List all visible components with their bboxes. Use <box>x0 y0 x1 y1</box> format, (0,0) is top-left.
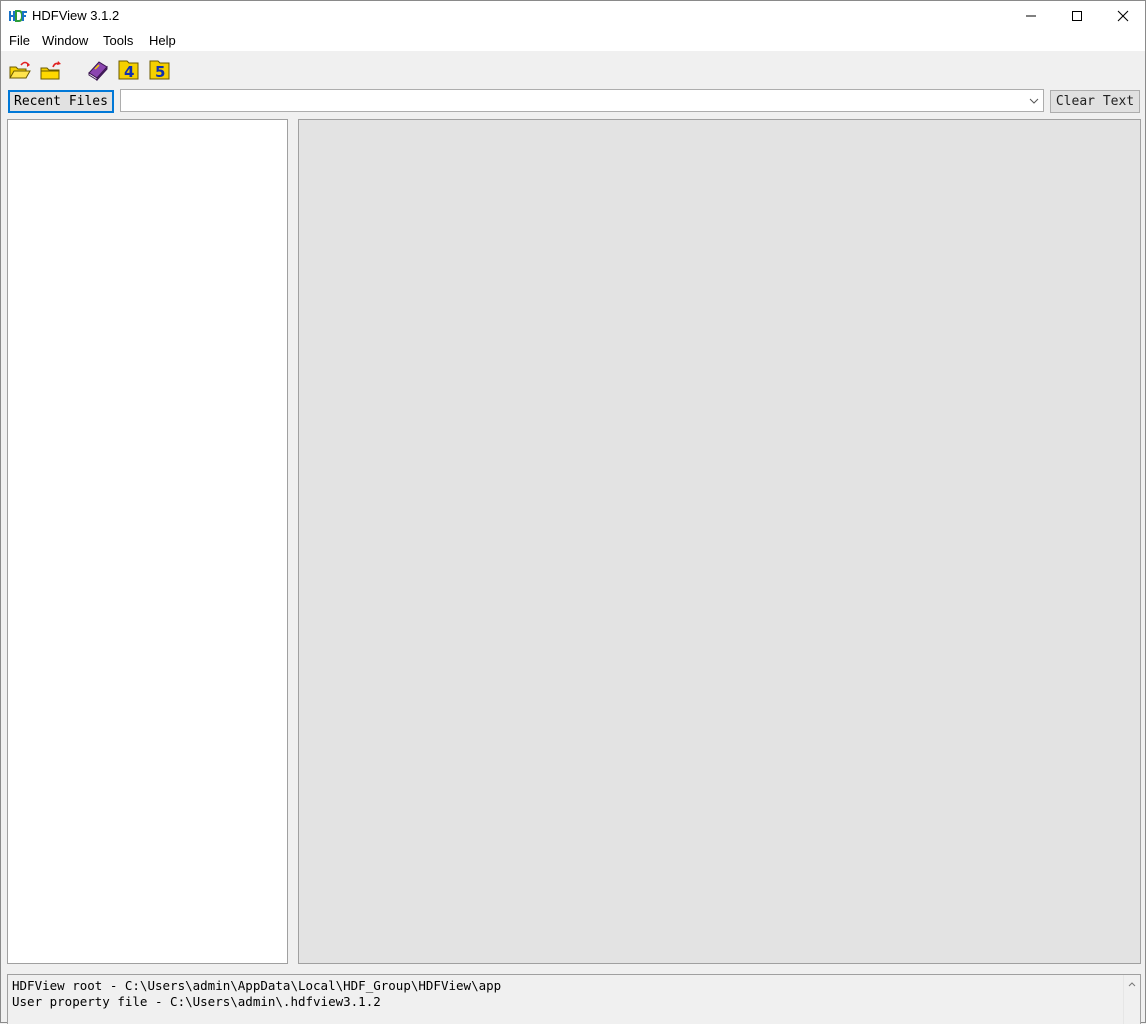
status-log-panel[interactable]: HDFView root - C:\Users\admin\AppData\Lo… <box>7 974 1141 1024</box>
clear-text-button[interactable]: Clear Text <box>1050 90 1140 113</box>
maximize-icon <box>1072 11 1082 21</box>
log-scrollbar[interactable] <box>1123 975 1140 1024</box>
hdf-logo-icon <box>9 10 27 22</box>
recent-files-combo[interactable] <box>120 89 1044 112</box>
close-icon <box>1117 10 1129 22</box>
svg-text:4: 4 <box>124 63 134 81</box>
log-line: HDFView root - C:\Users\admin\AppData\Lo… <box>12 978 502 993</box>
app-window: HDFView 3.1.2 File Window Tools Help 4 5… <box>0 0 1146 1024</box>
svg-text:5: 5 <box>155 63 165 81</box>
minimize-icon <box>1026 15 1036 17</box>
log-line: User property file - C:\Users\admin\.hdf… <box>12 994 381 1009</box>
chevron-up-icon[interactable] <box>1128 981 1136 987</box>
menu-window[interactable]: Window <box>42 33 88 48</box>
file-tree-panel[interactable] <box>7 119 288 964</box>
window-title: HDFView 3.1.2 <box>32 8 120 23</box>
recent-files-input[interactable] <box>123 92 1023 109</box>
hdf5-library-icon[interactable]: 5 <box>148 59 172 81</box>
recent-files-button[interactable]: Recent Files <box>8 90 114 113</box>
menu-file[interactable]: File <box>9 33 30 48</box>
close-folder-icon[interactable] <box>39 59 63 81</box>
menu-tools[interactable]: Tools <box>103 33 133 48</box>
menu-bar: File Window Tools Help <box>1 31 1145 51</box>
maximize-button[interactable] <box>1054 1 1100 31</box>
minimize-button[interactable] <box>1008 1 1054 31</box>
toolbar: 4 5 <box>1 51 1145 87</box>
log-text: HDFView root - C:\Users\admin\AppData\Lo… <box>12 978 501 1010</box>
open-folder-icon[interactable] <box>8 59 32 81</box>
close-button[interactable] <box>1100 1 1146 31</box>
menu-help[interactable]: Help <box>149 33 176 48</box>
data-content-area[interactable] <box>298 119 1141 964</box>
users-guide-book-icon[interactable] <box>86 59 110 82</box>
chevron-down-icon[interactable] <box>1029 96 1039 106</box>
hdf4-library-icon[interactable]: 4 <box>117 59 141 81</box>
title-bar[interactable]: HDFView 3.1.2 <box>1 1 1145 31</box>
